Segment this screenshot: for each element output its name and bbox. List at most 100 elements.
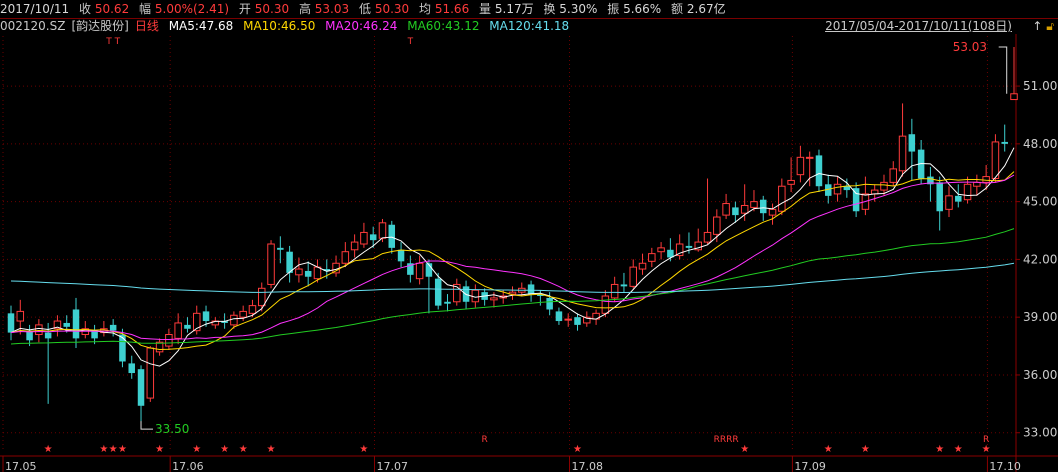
candle-body — [91, 330, 98, 339]
y-tick-label: 48.00 — [1023, 137, 1057, 151]
x-tick-label: 17.05 — [5, 460, 37, 472]
candle-body — [787, 179, 795, 185]
candle-body — [768, 208, 777, 216]
candle-body — [732, 207, 739, 216]
y-tick-label: 42.00 — [1023, 252, 1057, 266]
high-label: 53.03 — [953, 40, 987, 54]
candle-body — [833, 183, 842, 195]
candle-body — [945, 195, 953, 210]
candle-body — [657, 247, 665, 253]
candle-body — [527, 284, 535, 295]
candle-body — [360, 231, 368, 245]
candle-body — [444, 301, 451, 304]
candle-body — [973, 181, 981, 187]
candle-body — [128, 363, 135, 374]
candle-body — [574, 317, 581, 325]
kline-chart[interactable]: 53.0333.50★ ★ ★ ★ ★ ★ ★ ★ ★ ★R★RRRR★ ★ ★ ★ ★ ★RT TT 33… — [0, 0, 1058, 472]
candle-body — [963, 183, 972, 201]
candle-body — [703, 231, 712, 243]
high-pointer — [998, 46, 1008, 94]
candle-body — [137, 369, 145, 406]
candle-body — [434, 278, 442, 306]
candle-body — [184, 324, 191, 329]
star-marker: ★ — [192, 444, 201, 455]
candle-body — [620, 284, 628, 287]
y-tick-label: 45.00 — [1023, 195, 1057, 209]
ma-lines-layer — [10, 147, 1015, 367]
ma5-line — [10, 147, 1015, 367]
candle-body — [1001, 141, 1008, 144]
candle-body — [796, 156, 805, 176]
candles-layer — [7, 46, 1018, 424]
star-marker: ★ — [220, 444, 229, 455]
candle-body — [880, 181, 888, 191]
y-tick-label: 51.00 — [1023, 79, 1057, 93]
star-marker: ★ — [861, 444, 870, 455]
x-tick-label: 17.06 — [172, 460, 204, 472]
ma60-line — [10, 228, 1015, 345]
star-marker: ★ — [982, 444, 991, 455]
candle-body — [109, 324, 117, 331]
candle-body — [378, 222, 387, 239]
candle-body — [257, 287, 266, 307]
star-marker: ★ — [740, 444, 749, 455]
candle-body — [805, 156, 814, 159]
candle-body — [350, 241, 359, 251]
star-marker: ★ — [359, 444, 368, 455]
candle-body — [889, 168, 898, 183]
candle-body — [759, 199, 767, 214]
candle-body — [277, 247, 284, 250]
candle-body — [146, 347, 155, 399]
candle-body — [248, 305, 257, 314]
x-tick-label: 17.07 — [376, 460, 408, 472]
candle-body — [722, 203, 730, 216]
star-marker: ★ — [239, 444, 248, 455]
candle-body — [7, 313, 15, 333]
candle-body — [165, 334, 173, 347]
candle-body — [982, 176, 990, 183]
r-marker: RRRR — [714, 435, 739, 445]
star-marker: ★ — [155, 444, 164, 455]
candle-body — [239, 310, 247, 318]
candle-body — [267, 243, 275, 285]
x-tick-label: 17.08 — [572, 460, 604, 472]
chart-grid — [0, 34, 1058, 472]
candle-body — [546, 297, 553, 310]
candle-body — [740, 204, 749, 214]
candle-body — [991, 141, 1000, 180]
annotations-layer: 53.0333.50★ ★ ★ ★ ★ ★ ★ ★ ★ ★R★RRRR★ ★ ★ ★ ★ ★RT TT — [44, 37, 1008, 455]
y-tick-label: 39.00 — [1023, 310, 1057, 324]
candle-body — [230, 314, 238, 326]
y-tick-label: 36.00 — [1023, 368, 1057, 382]
candle-body — [555, 311, 563, 322]
star-marker: ★ — [118, 444, 127, 455]
candle-body — [778, 185, 786, 212]
candle-body — [304, 270, 312, 277]
star-marker: ★ — [573, 444, 582, 455]
candle-body — [397, 249, 405, 262]
candle-body — [713, 216, 721, 235]
star-marker: ★ — [44, 444, 53, 455]
candle-body — [955, 195, 962, 202]
candle-body — [685, 245, 693, 248]
low-label: 33.50 — [155, 422, 189, 436]
candle-body — [843, 186, 851, 191]
candle-body — [648, 253, 656, 262]
candle-body — [174, 322, 182, 339]
candle-body — [629, 266, 637, 287]
candle-body — [119, 334, 126, 362]
candle-body — [610, 283, 619, 299]
candle-body — [16, 310, 25, 322]
candle-body — [63, 322, 70, 327]
x-tick-label: 17.10 — [989, 460, 1021, 472]
candle-body — [490, 297, 498, 301]
candle-body — [313, 266, 322, 280]
candle-body — [369, 234, 377, 241]
star-marker: ★ — [824, 444, 833, 455]
candle-body — [72, 309, 80, 339]
candle-body — [388, 224, 396, 248]
candle-body — [471, 289, 480, 303]
top-marker: T T — [105, 37, 120, 47]
candle-body — [564, 318, 572, 321]
candle-body — [638, 262, 647, 270]
